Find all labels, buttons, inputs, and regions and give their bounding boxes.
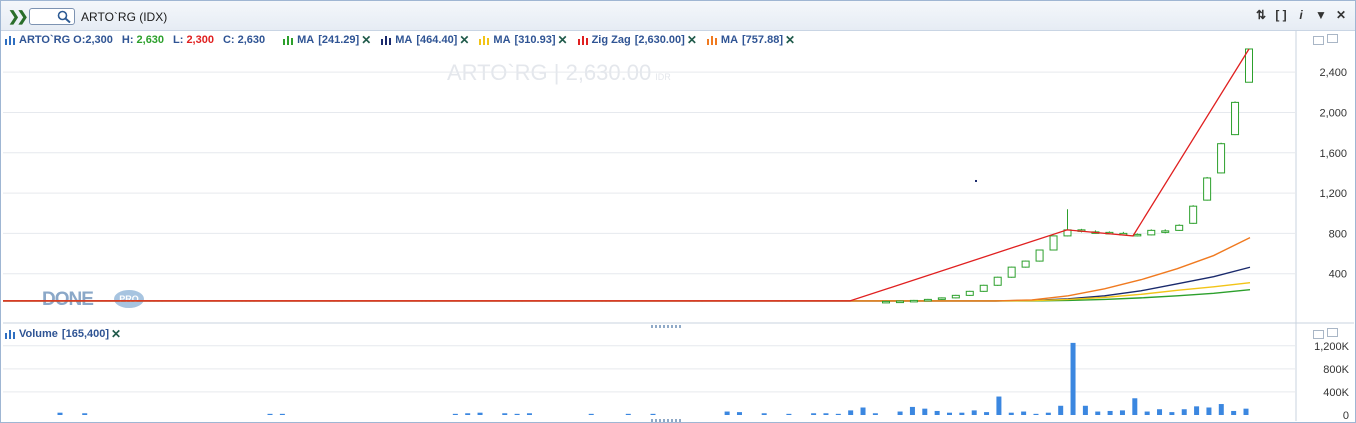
volume-bar xyxy=(57,412,63,415)
volume-bar xyxy=(1206,407,1212,415)
volume-bar xyxy=(502,413,508,415)
volume-bar xyxy=(1008,412,1014,415)
volume-bar xyxy=(650,413,656,415)
volume-bar xyxy=(452,413,458,415)
volume-bar xyxy=(1082,405,1088,415)
volume-bar xyxy=(724,411,730,415)
price-volume-chart: 400 800 1,200 1,600 2,000 2,400 400K 800K 1,200K… xyxy=(3,30,1354,422)
volume-bar xyxy=(465,413,471,415)
volume-bar xyxy=(526,413,532,415)
price-tick-label: 1,600 xyxy=(1319,148,1347,160)
volume-bar xyxy=(625,413,631,415)
volume-bar xyxy=(971,410,977,415)
volume-bar xyxy=(848,410,854,415)
volume-bar xyxy=(1058,405,1064,415)
candle-body xyxy=(951,294,960,299)
candle-body xyxy=(1133,233,1142,237)
volume-bar xyxy=(477,412,483,415)
candle-body xyxy=(909,299,918,303)
volume-bar xyxy=(82,413,88,415)
volume-bar xyxy=(1107,410,1113,415)
candle-body xyxy=(1021,260,1030,268)
volume-bar xyxy=(811,413,817,415)
volume-bar xyxy=(736,412,742,415)
candle-body xyxy=(979,284,988,292)
candle-body xyxy=(895,300,904,304)
volume-bar xyxy=(1231,410,1237,415)
candle-body xyxy=(937,297,946,300)
volume-bar xyxy=(922,408,928,415)
price-tick-label: 2,000 xyxy=(1319,107,1347,119)
candle-body xyxy=(1147,229,1156,236)
volume-bar xyxy=(279,413,285,415)
volume-bar xyxy=(1095,411,1101,415)
candle-body xyxy=(1217,143,1226,174)
volume-bar xyxy=(996,396,1002,415)
volume-tick-label: 800K xyxy=(1323,364,1349,376)
candle-body xyxy=(965,290,974,296)
candle-body xyxy=(1203,177,1212,201)
volume-bar xyxy=(934,410,940,415)
volume-bar xyxy=(1132,398,1138,415)
candle-body xyxy=(1007,266,1016,278)
volume-bar xyxy=(761,413,767,415)
volume-tick-label: 1,200K xyxy=(1314,341,1350,353)
volume-bar xyxy=(267,413,273,415)
volume-bar xyxy=(860,407,866,415)
volume-bar xyxy=(1045,412,1051,415)
candle-body xyxy=(1189,205,1198,224)
volume-bar xyxy=(947,412,952,415)
volume-tick-label: 400K xyxy=(1323,387,1349,399)
volume-bar xyxy=(1194,406,1200,415)
volume-bar xyxy=(872,413,878,415)
candle-body xyxy=(1049,235,1058,251)
candle-body xyxy=(1175,224,1184,231)
volume-bar xyxy=(1033,413,1039,415)
ma-line-2 xyxy=(3,281,1251,302)
price-tick-label: 2,400 xyxy=(1319,67,1347,79)
volume-bar xyxy=(1157,409,1163,415)
volume-bar xyxy=(1181,409,1187,415)
zigzag-line xyxy=(3,48,1250,302)
volume-bar xyxy=(909,406,915,415)
price-tick-label: 800 xyxy=(1329,228,1347,240)
volume-bar xyxy=(1070,342,1076,415)
volume-bar xyxy=(514,413,520,415)
candle-body xyxy=(882,300,890,304)
candle-body xyxy=(1161,230,1170,233)
price-tick-label: 400 xyxy=(1329,269,1347,281)
ma-line-3 xyxy=(3,236,1251,302)
volume-bar xyxy=(1218,404,1224,415)
volume-bar xyxy=(897,411,903,415)
volume-tick-label-zero: 0 xyxy=(1343,410,1349,422)
candle-body xyxy=(993,276,1002,286)
volume-bar xyxy=(588,413,594,415)
volume-bar xyxy=(1144,411,1150,415)
volume-bar xyxy=(1119,410,1125,415)
volume-bar xyxy=(835,413,841,415)
candle-body xyxy=(923,298,932,302)
volume-bar xyxy=(1243,408,1249,415)
price-tick-label: 1,200 xyxy=(1319,188,1347,200)
volume-bar xyxy=(1169,412,1175,415)
volume-bar xyxy=(1021,411,1027,415)
volume-bar xyxy=(984,412,990,415)
volume-bar xyxy=(786,413,792,415)
volume-bar xyxy=(823,413,829,415)
candle-body xyxy=(1231,101,1240,136)
candle-body xyxy=(1035,249,1044,262)
volume-bar xyxy=(959,412,965,415)
outlier-point xyxy=(975,179,977,182)
